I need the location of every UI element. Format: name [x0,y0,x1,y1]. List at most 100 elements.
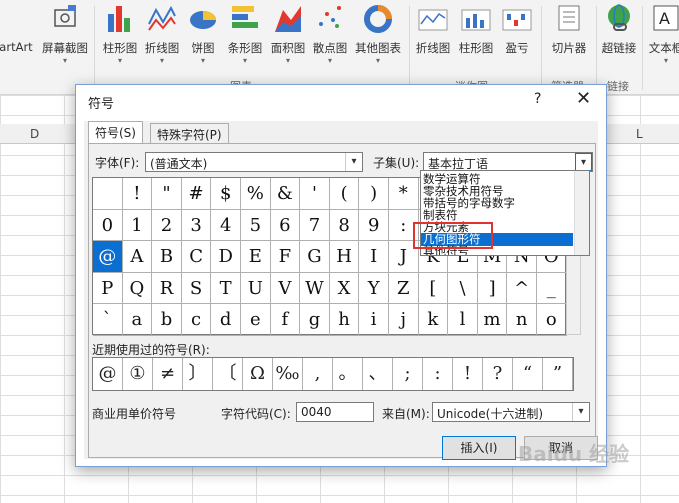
recent-symbols[interactable]: @ ① ≠ 〕〔 Ω ‰,。、;:!? “” [92,357,574,391]
symbol-cell[interactable]: g [300,304,330,336]
recent-symbol-cell[interactable]: 〔 [213,358,243,390]
symbol-cell[interactable]: ' [300,178,330,210]
symbol-cell[interactable]: j [389,304,419,336]
symbol-cell[interactable]: ) [359,178,389,210]
symbol-cell[interactable]: e [241,304,271,336]
symbol-cell[interactable]: \ [448,272,478,305]
symbol-cell[interactable]: h [329,304,360,336]
textbox-button[interactable]: A 文本框 ▾ [646,0,679,66]
chevron-down-icon[interactable]: ▾ [575,153,592,171]
symbol-cell[interactable]: _ [537,272,567,305]
subset-select[interactable]: 基本拉丁语 ▾ [423,152,593,172]
symbol-cell[interactable]: b [152,304,182,336]
insert-button[interactable]: 插入(I) [442,436,516,460]
recent-symbol-cell[interactable]: 〕 [183,358,213,390]
symbol-cell[interactable]: W [300,272,330,305]
chevron-down-icon[interactable]: ▾ [572,403,589,421]
symbol-cell[interactable]: 8 [329,209,360,242]
symbol-cell[interactable]: $ [211,178,241,210]
symbol-cell[interactable]: # [181,178,212,210]
symbol-cell[interactable]: B [152,241,182,273]
bar-chart-button[interactable]: 条形图 ▾ [224,0,266,66]
recent-symbol-cell[interactable]: @ [93,358,123,390]
from-select[interactable]: Unicode(十六进制) ▾ [432,402,590,422]
recent-symbol-cell[interactable]: 。 [333,358,363,390]
symbol-cell[interactable]: G [300,241,330,273]
symbol-cell[interactable]: n [507,304,537,336]
symbol-cell[interactable]: 6 [270,209,301,242]
symbol-cell[interactable]: 3 [181,209,212,242]
symbol-cell[interactable]: c [181,304,212,336]
recent-symbol-cell[interactable]: ① [123,358,153,390]
recent-symbol-cell[interactable]: ? [483,358,513,390]
recent-symbol-cell[interactable]: Ω [243,358,273,390]
symbol-cell[interactable]: a [122,304,153,336]
recent-symbol-cell[interactable]: ‰ [273,358,303,390]
slicer-button[interactable]: 切片器 [544,0,594,66]
symbol-cell[interactable]: o [537,304,567,336]
symbol-cell[interactable]: 4 [211,209,241,242]
symbol-cell[interactable]: T [211,272,241,305]
symbol-cell[interactable]: I [359,241,389,273]
symbol-cell[interactable]: k [418,304,449,336]
symbol-cell[interactable]: 2 [152,209,182,242]
column-header-d[interactable]: D [30,127,39,141]
recent-symbol-cell[interactable]: 、 [363,358,393,390]
symbol-cell[interactable]: Y [359,272,389,305]
hyperlink-button[interactable]: 超链接 [598,0,640,66]
symbol-cell[interactable]: Z [389,272,419,305]
symbol-cell[interactable]: C [181,241,212,273]
symbol-cell[interactable]: i [359,304,389,336]
symbol-cell[interactable]: @ [93,241,123,273]
line-chart-button[interactable]: 折线图 ▾ [141,0,183,66]
symbol-cell[interactable]: X [329,272,360,305]
symbol-cell[interactable]: E [241,241,271,273]
symbol-cell[interactable]: ^ [507,272,537,305]
symbol-cell[interactable]: & [270,178,301,210]
other-chart-button[interactable]: 其他图表 ▾ [351,0,405,66]
screenshot-button[interactable]: 屏幕截图 ▾ [38,0,92,66]
recent-symbol-cell[interactable]: ≠ [153,358,183,390]
column-header-l[interactable]: L [636,127,643,141]
symbol-cell[interactable]: P [93,272,123,305]
symbol-cell[interactable]: l [448,304,478,336]
symbol-cell[interactable] [93,178,123,210]
symbol-cell[interactable]: Q [122,272,153,305]
chevron-down-icon[interactable]: ▾ [345,153,362,171]
close-icon[interactable]: ✕ [576,88,591,109]
help-icon[interactable]: ? [534,91,541,107]
char-code-field[interactable]: 0040 [296,402,374,422]
recent-symbol-cell[interactable]: , [303,358,333,390]
recent-symbol-cell[interactable]: ! [453,358,483,390]
symbol-cell[interactable]: R [152,272,182,305]
pie-chart-button[interactable]: 饼图 ▾ [184,0,222,66]
symbol-cell[interactable]: d [211,304,241,336]
symbol-cell[interactable]: ` [93,304,123,336]
subset-list-scrollbar[interactable] [574,171,589,255]
symbol-cell[interactable]: f [270,304,301,336]
symbol-cell[interactable]: [ [418,272,449,305]
symbol-cell[interactable]: 5 [241,209,271,242]
symbol-cell[interactable]: A [122,241,153,273]
win-loss-button[interactable]: 盈亏 [497,0,537,66]
area-chart-button[interactable]: 面积图 ▾ [267,0,309,66]
symbol-cell[interactable]: 1 [122,209,153,242]
column-chart-button[interactable]: 柱形图 ▾ [99,0,141,66]
font-select[interactable]: (普通文本) ▾ [145,152,363,172]
symbol-cell[interactable]: 9 [359,209,389,242]
symbol-cell[interactable]: 0 [93,209,123,242]
recent-symbol-cell[interactable]: ” [543,358,573,390]
symbol-cell[interactable]: ] [477,272,508,305]
symbol-cell[interactable]: " [152,178,182,210]
symbol-cell[interactable]: U [241,272,271,305]
recent-symbol-cell[interactable]: : [423,358,453,390]
smartart-button[interactable]: artArt [0,0,36,66]
symbol-cell[interactable]: % [241,178,271,210]
symbol-cell[interactable]: ( [329,178,360,210]
symbol-cell[interactable]: S [181,272,212,305]
recent-symbol-cell[interactable]: ; [393,358,423,390]
recent-symbol-cell[interactable]: “ [513,358,543,390]
symbol-cell[interactable]: F [270,241,301,273]
symbol-cell[interactable]: V [270,272,301,305]
symbol-cell[interactable]: H [329,241,360,273]
